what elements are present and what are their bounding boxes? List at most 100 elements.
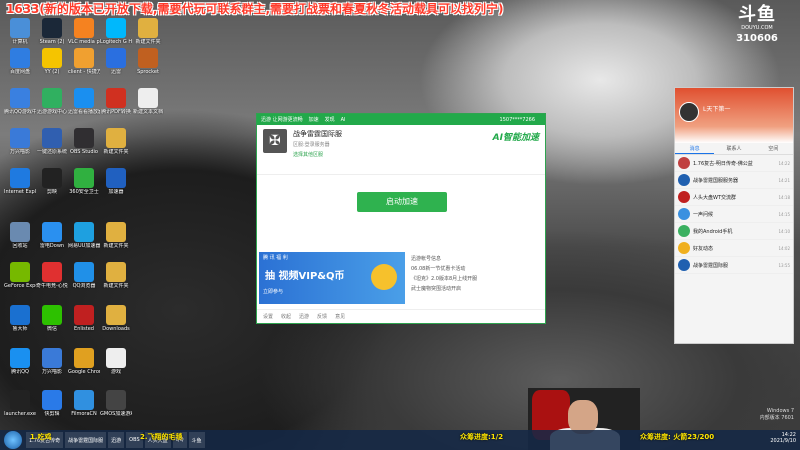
taskbar-item[interactable]: 迅游: [108, 432, 125, 448]
desktop-icon[interactable]: 网易UU加速器: [68, 222, 100, 262]
game-sub-link[interactable]: 选择其他区服: [293, 151, 342, 158]
accelerator-window[interactable]: 迅游 让网游更流畅 加速 发现 AI 1507****7266 AI智能加速 ✠…: [256, 113, 546, 324]
desktop-icon[interactable]: 腾讯QQ: [4, 348, 36, 388]
desktop-icon[interactable]: Google Chrome: [68, 348, 100, 388]
desktop-icon[interactable]: 新建文本文档: [132, 88, 164, 128]
app-icon: [10, 168, 30, 188]
app-icon: [74, 168, 94, 188]
app-icon: [42, 168, 62, 188]
taskbar-item[interactable]: 战争雷霆国际服: [65, 432, 107, 448]
clock[interactable]: 14:22 2021/9/10: [770, 432, 796, 444]
desktop-icon[interactable]: 迅雷: [100, 48, 132, 88]
desktop-icon[interactable]: 360安全卫士: [68, 168, 100, 208]
news-item[interactable]: 06.08新一节优惠卡活动: [411, 265, 539, 272]
desktop-icon-label: 新建文件夹: [103, 243, 129, 249]
desktop-icon[interactable]: 一键还原系统: [36, 128, 68, 168]
list-item[interactable]: 一声问候 14:15: [675, 206, 793, 223]
footer-item[interactable]: 设置: [263, 313, 273, 320]
title-item[interactable]: AI: [341, 117, 346, 123]
promo-banner[interactable]: 腾 讯 福 利 抽 视频VIP&Q币 立即参与: [259, 252, 405, 304]
footer-item[interactable]: 迅游: [299, 313, 309, 320]
app-icon: [10, 390, 30, 410]
qq-panel[interactable]: L天下第一 消息 联系人 空间 1.76复古-明日传奇-佛公益 14:22 战争雷霆…: [674, 87, 794, 344]
title-item[interactable]: 发现: [325, 116, 335, 123]
desktop-icon[interactable]: 新建文件夹: [100, 222, 132, 262]
desktop-icon[interactable]: client - 快捷方式: [68, 48, 100, 88]
news-item[interactable]: 迅游帐号信息: [411, 255, 539, 262]
contact-name: 好友动态: [693, 245, 714, 252]
desktop-icon[interactable]: 剪映: [36, 168, 68, 208]
desktop-icon[interactable]: 新建文件夹: [100, 262, 132, 302]
news-item[interactable]: 武士魔物突围活动开启: [411, 285, 539, 292]
app-icon: [74, 390, 94, 410]
start-accelerate-button[interactable]: 启动加速: [357, 192, 447, 212]
desktop-icon[interactable]: 微信: [36, 305, 68, 345]
app-icon: [42, 305, 62, 325]
app-icon: [42, 222, 62, 242]
desktop-icon[interactable]: 迅雷看看播放器: [68, 88, 100, 128]
desktop-icon[interactable]: GMOS加速游戏: [100, 390, 132, 430]
list-item[interactable]: 1.76复古-明日传奇-佛公益 14:22: [675, 155, 793, 172]
desktop-icon[interactable]: 游戏: [100, 348, 132, 388]
tab-space[interactable]: 空间: [754, 143, 793, 154]
desktop-icon[interactable]: Downloads: [100, 305, 132, 345]
list-item[interactable]: 人头大盘WT交流群 14:18: [675, 189, 793, 206]
desktop-icon[interactable]: 回收站: [4, 222, 36, 262]
desktop-icon[interactable]: launcher.exe: [4, 390, 36, 430]
app-icon: [106, 168, 126, 188]
footer-item[interactable]: 收起: [281, 313, 291, 320]
app-icon: [10, 262, 30, 282]
desktop-icon[interactable]: 腾讯QQ游戏中心: [4, 88, 36, 128]
desktop-icon[interactable]: 鲁大师: [4, 305, 36, 345]
account-label[interactable]: 1507****7266: [500, 117, 535, 123]
tab-messages[interactable]: 消息: [675, 143, 715, 154]
desktop-icon[interactable]: GeForce Experience: [4, 262, 36, 302]
list-item[interactable]: 战争雷霆国服服务器 14:21: [675, 172, 793, 189]
footer-item[interactable]: 意见: [335, 313, 345, 320]
ticker-text: 2.飞翔的毛毯: [140, 433, 183, 441]
app-icon: [106, 128, 126, 148]
desktop-icon[interactable]: 迅游游戏中心: [36, 88, 68, 128]
list-item[interactable]: 战争雷霆国际服 13:55: [675, 257, 793, 274]
app-icon: [106, 390, 126, 410]
clock-date: 2021/9/10: [770, 438, 796, 444]
desktop-icon-label: Google Chrome: [68, 369, 100, 375]
desktop-icon[interactable]: 万兴喵影: [4, 128, 36, 168]
tab-contacts[interactable]: 联系人: [714, 143, 753, 154]
accelerator-footer: 设置 收起 迅游 反馈 意见: [257, 309, 545, 323]
accelerator-titlebar[interactable]: 迅游 让网游更流畅 加速 发现 AI 1507****7266: [257, 114, 545, 125]
footer-item[interactable]: 反馈: [317, 313, 327, 320]
desktop-icon[interactable]: Sprocket: [132, 48, 164, 88]
desktop-icon[interactable]: 新建文件夹: [100, 128, 132, 168]
desktop-icon[interactable]: 腾讯PDF转换: [100, 88, 132, 128]
desktop-icon[interactable]: 加速器: [100, 168, 132, 208]
streamer-face: [568, 400, 598, 434]
app-icon: [10, 48, 30, 68]
list-item[interactable]: 好友动态 14:02: [675, 240, 793, 257]
desktop-icon[interactable]: 奇牛电竞-心悦视频: [36, 262, 68, 302]
news-item[interactable]: 《坦克》2.0版本8月上线开服: [411, 275, 539, 282]
desktop-icon-label: 网易UU加速器: [68, 243, 100, 249]
list-item[interactable]: 我的Android手机 14:10: [675, 223, 793, 240]
desktop-icon-label: 万兴喵影: [9, 149, 30, 155]
app-icon: [10, 305, 30, 325]
desktop-icon[interactable]: 万兴喵影: [36, 348, 68, 388]
desktop-icon[interactable]: 百度网盘: [4, 48, 36, 88]
desktop-icon[interactable]: FilmoraCN: [68, 390, 100, 430]
desktop-icon-label: Internet Explorer: [4, 189, 36, 195]
desktop-icon[interactable]: OBS Studio: [68, 128, 100, 168]
start-button[interactable]: [4, 431, 22, 449]
desktop-icon[interactable]: YY (2): [36, 48, 68, 88]
avatar: [678, 242, 690, 254]
qq-header: L天下第一: [675, 88, 793, 143]
taskbar-item[interactable]: 斗鱼: [188, 432, 205, 448]
stream-banner: 1633(新的版本已开放下载,需要代玩可联系群主,需要打战票和春夏秋冬活动载具可…: [6, 2, 504, 16]
desktop-icon[interactable]: Internet Explorer: [4, 168, 36, 208]
title-item[interactable]: 加速: [309, 116, 319, 123]
desktop-icon[interactable]: 雷电Down: [36, 222, 68, 262]
desktop-icon[interactable]: Enlisted: [68, 305, 100, 345]
avatar[interactable]: [679, 102, 699, 122]
desktop-icon-label: 迅雷: [110, 69, 121, 75]
desktop-icon[interactable]: QQ浏览器: [68, 262, 100, 302]
desktop-icon[interactable]: 快剪辑: [36, 390, 68, 430]
